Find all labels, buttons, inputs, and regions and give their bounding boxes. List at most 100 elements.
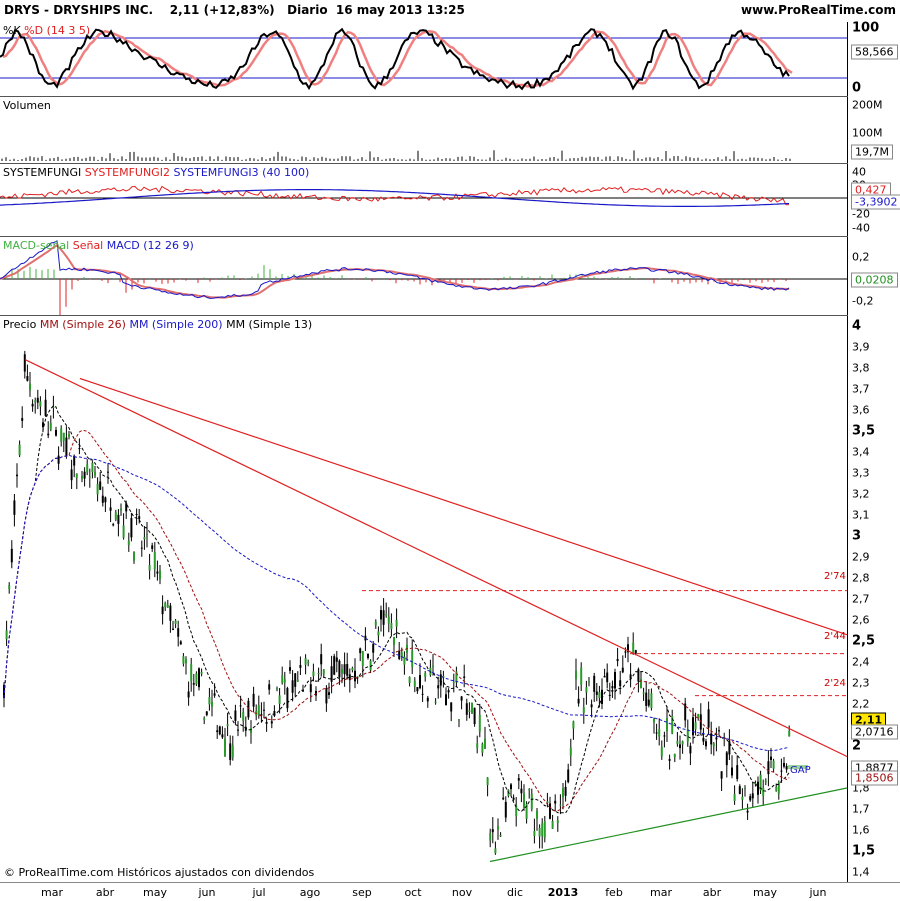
candle-body [645,692,648,706]
price-tick-label: 2,6 [852,613,870,627]
candle-body [31,403,34,407]
candle-body [559,804,562,806]
candle-body [117,514,120,524]
price-tick-label: 3,6 [852,403,870,417]
candle-body [554,800,557,804]
site-url[interactable]: www.ProRealTime.com [741,3,896,17]
trendline-red-steep [24,359,847,758]
candle-body [751,793,754,799]
candle-body [133,552,135,561]
candle-body [205,711,208,716]
candle-body [44,399,47,416]
candle-body [328,692,330,695]
candle-body [619,680,622,687]
candle-body [512,797,515,800]
candle-body [49,422,52,430]
candle-body [681,741,684,745]
candle-body [26,376,29,381]
ma13-label: MM (Simple 13) [226,318,313,331]
price-tick-label: 3,9 [852,340,870,354]
candle-body [580,667,583,685]
candle-body [18,444,21,456]
stoch-value: 58,566 [851,44,898,60]
candle-body [270,721,273,724]
candle-body [450,702,453,712]
candle-body [689,745,692,754]
candle-body [237,729,239,731]
candle-body [663,735,666,737]
candle-body [5,630,8,640]
candle-body [772,760,775,769]
candle-body [351,667,354,671]
candle-body [653,718,655,723]
candle-body [780,770,783,772]
candle-body [741,796,744,800]
candle-body [372,644,375,653]
candle-body [91,462,94,473]
candle-body [481,743,484,753]
candle-body [322,669,325,675]
candle-body [385,613,388,616]
candle-body [731,767,733,776]
sf-red-line [0,185,790,206]
x-tick-label: dic [506,886,524,899]
candle-body [94,471,96,476]
candle-body [510,784,512,790]
x-tick-label: mar [41,886,63,899]
candle-body [195,673,198,685]
x-tick-label: may [143,886,167,899]
candle-body [549,803,551,819]
x-tick-label: feb [605,886,623,899]
volume-label: Volumen [3,99,51,112]
candle-body [564,786,567,796]
candle-body [374,621,377,626]
candle-body [655,732,658,734]
stochastic-svg [0,27,847,91]
candle-body [182,656,185,664]
candle-body [309,684,312,693]
price-tick-label: 3,8 [852,361,870,375]
price-tick-label: 3,3 [852,466,870,480]
candle-body [278,695,281,704]
candle-body [426,697,429,702]
candle-body [572,721,575,729]
candle-body [666,718,668,732]
candle-body [588,681,590,683]
candle-body [231,745,234,758]
candle-body [478,714,481,732]
candle-body [785,765,788,770]
sf-label3: SYSTEMFUNGI3 [173,166,259,179]
candle-body [387,616,390,624]
candle-body [471,702,473,714]
ma200-value: 2,0716 [851,724,898,740]
stochastic-panel: %K %D (14 3 5) 100 0 58,566 [0,21,900,96]
candle-body [616,658,619,662]
candle-body [439,674,442,686]
ma26-label: MM (Simple 26) [39,318,126,331]
price-tick-label: 1,6 [852,823,870,837]
candle-body [330,666,333,682]
candle-body [216,730,219,733]
candle-body [268,684,271,690]
candle-body [23,354,26,372]
stochastic-plot: %K %D (14 3 5) [0,22,848,96]
price-svg [3,350,847,863]
volume-panel: Volumen 200M 100M 19,7M [0,97,900,163]
candle-body [83,471,86,479]
macd-params: (12 26 9) [143,239,194,252]
level-label-274: 2'74 [824,571,846,582]
candle-body [185,659,187,664]
candle-body [13,500,16,515]
candle-body [707,709,710,728]
candle-body [96,483,99,495]
vol-tick-200m: 200M [852,98,883,112]
sf-label2: SYSTEMFUNGI2 [84,166,170,179]
candle-body [99,481,102,490]
candle-body [421,693,424,695]
candle-body [523,793,525,809]
sf-tick-40: 40 [852,165,866,179]
candle-body [114,512,117,520]
candle-body [101,495,104,503]
candle-body [611,686,614,689]
candle-body [447,690,450,693]
